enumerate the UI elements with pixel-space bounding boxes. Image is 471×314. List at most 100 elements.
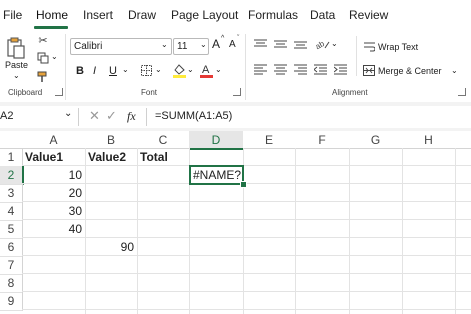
paste-label[interactable]: Paste [5,60,28,70]
gridlines [22,148,471,314]
menu-home[interactable]: Home [36,8,68,22]
column-header-e[interactable]: E [243,131,296,149]
caret-down-icon: ˇ [237,35,240,42]
cell-c1[interactable]: Total [137,148,189,166]
enter-icon[interactable]: ✓ [106,108,117,124]
row-header[interactable]: 4 [0,202,23,221]
chevron-down-icon: ⌄ [161,40,168,49]
cut-icon[interactable]: ✂ [36,33,50,47]
menu-insert[interactable]: Insert [83,8,113,22]
column-header-partial[interactable] [455,131,471,149]
insert-function-button[interactable]: fx [127,109,136,124]
wrap-text-icon[interactable] [363,40,375,52]
borders-dropdown-icon[interactable]: ⌄ [155,65,162,74]
alignment-group-label: Alignment [332,88,368,97]
svg-text:ab: ab [315,38,326,49]
merge-center-button[interactable]: Merge & Center [378,66,442,76]
menu-page-layout[interactable]: Page Layout [171,8,238,22]
font-size-value: 11 [177,41,188,52]
ribbon-divider [65,34,66,100]
align-bottom-icon[interactable] [293,38,307,50]
font-name-value: Calibri [74,41,103,52]
cell-a2[interactable]: 10 [22,166,85,184]
row-header[interactable]: 1 [0,148,23,167]
align-right-icon[interactable] [293,63,307,75]
column-header-h[interactable]: H [402,131,456,149]
row-header[interactable]: 9 [0,292,23,311]
column-header-c[interactable]: C [137,131,190,149]
fill-color-icon[interactable] [172,62,186,78]
ribbon: Paste ⌄ ✂ ⌄ Clipboard Calibri ⌄ 11 ⌄ A ^… [0,30,471,102]
font-color-icon[interactable]: A [199,62,213,78]
decrease-indent-icon[interactable] [313,63,327,75]
row-header[interactable]: 5 [0,220,23,239]
caret-up-icon: ^ [221,35,225,42]
paste-icon[interactable] [5,35,27,61]
font-color-dropdown-icon[interactable]: ⌄ [215,65,222,74]
cell-b6[interactable]: 90 [85,238,137,256]
font-group-label: Font [141,88,158,97]
row-header[interactable]: 8 [0,274,23,293]
wrap-text-button[interactable]: Wrap Text [378,42,418,52]
ribbon-divider [245,34,246,100]
ribbon-divider [356,36,357,76]
svg-text:A: A [202,64,210,76]
row-header[interactable]: 2 [0,166,24,185]
menu-formulas[interactable]: Formulas [248,8,298,22]
name-box-dropdown-icon[interactable]: ⌄ [64,108,72,119]
paste-dropdown-icon[interactable]: ⌄ [13,71,20,80]
align-middle-icon[interactable] [273,38,287,50]
cell-a3[interactable]: 20 [22,184,85,202]
cell-a5[interactable]: 40 [22,220,85,238]
shrink-font-icon[interactable]: A [229,39,236,50]
column-header-a[interactable]: A [22,131,86,149]
clipboard-group-label: Clipboard [8,88,43,97]
select-all-corner[interactable] [0,131,23,149]
column-header-b[interactable]: B [85,131,138,149]
font-size-select[interactable]: 11 ⌄ [173,38,209,55]
column-header-f[interactable]: F [295,131,350,149]
merge-dropdown-icon[interactable]: ⌄ [451,66,458,75]
cell-d2-selected[interactable]: #NAME? [189,165,244,185]
italic-button[interactable]: I [93,65,96,77]
orientation-dropdown-icon[interactable]: ⌄ [331,39,338,48]
name-box[interactable]: A2 [0,110,13,122]
merge-center-icon[interactable] [363,64,375,76]
borders-icon[interactable] [139,63,153,77]
fill-color-dropdown-icon[interactable]: ⌄ [187,65,194,74]
grow-font-icon[interactable]: A [212,37,220,51]
chevron-down-icon: ⌄ [200,40,207,49]
cell-a1[interactable]: Value1 [22,148,85,166]
row-header[interactable]: 3 [0,184,23,203]
align-center-icon[interactable] [273,63,287,75]
menu-data[interactable]: Data [310,8,335,22]
format-painter-icon[interactable] [36,70,50,84]
spreadsheet-grid: A B C D E F G H 1 2 3 4 5 6 7 8 9 Value1… [0,131,471,314]
divider [78,108,79,126]
alignment-launcher-icon[interactable] [458,88,466,96]
font-launcher-icon[interactable] [233,88,241,96]
row-header[interactable]: 6 [0,238,23,257]
fill-handle[interactable] [240,181,247,188]
orientation-icon[interactable]: ab [314,36,330,50]
column-header-g[interactable]: G [349,131,403,149]
copy-icon[interactable] [36,51,50,65]
cell-b1[interactable]: Value2 [85,148,137,166]
bold-button[interactable]: B [76,65,84,77]
cancel-icon[interactable]: ✕ [89,108,100,124]
font-name-select[interactable]: Calibri ⌄ [70,38,172,55]
menu-review[interactable]: Review [349,8,388,22]
align-left-icon[interactable] [253,63,267,75]
copy-dropdown-icon[interactable]: ⌄ [51,52,58,61]
underline-dropdown-icon[interactable]: ⌄ [122,65,129,74]
align-top-icon[interactable] [253,38,267,50]
clipboard-launcher-icon[interactable] [55,88,63,96]
cell-a4[interactable]: 30 [22,202,85,220]
increase-indent-icon[interactable] [333,63,347,75]
menu-file[interactable]: File [3,8,22,22]
underline-button[interactable]: U [109,65,117,77]
row-header[interactable]: 7 [0,256,23,275]
menu-bar: File Home Insert Draw Page Layout Formul… [0,0,471,30]
menu-draw[interactable]: Draw [128,8,156,22]
formula-input[interactable]: =SUMM(A1:A5) [155,110,232,122]
